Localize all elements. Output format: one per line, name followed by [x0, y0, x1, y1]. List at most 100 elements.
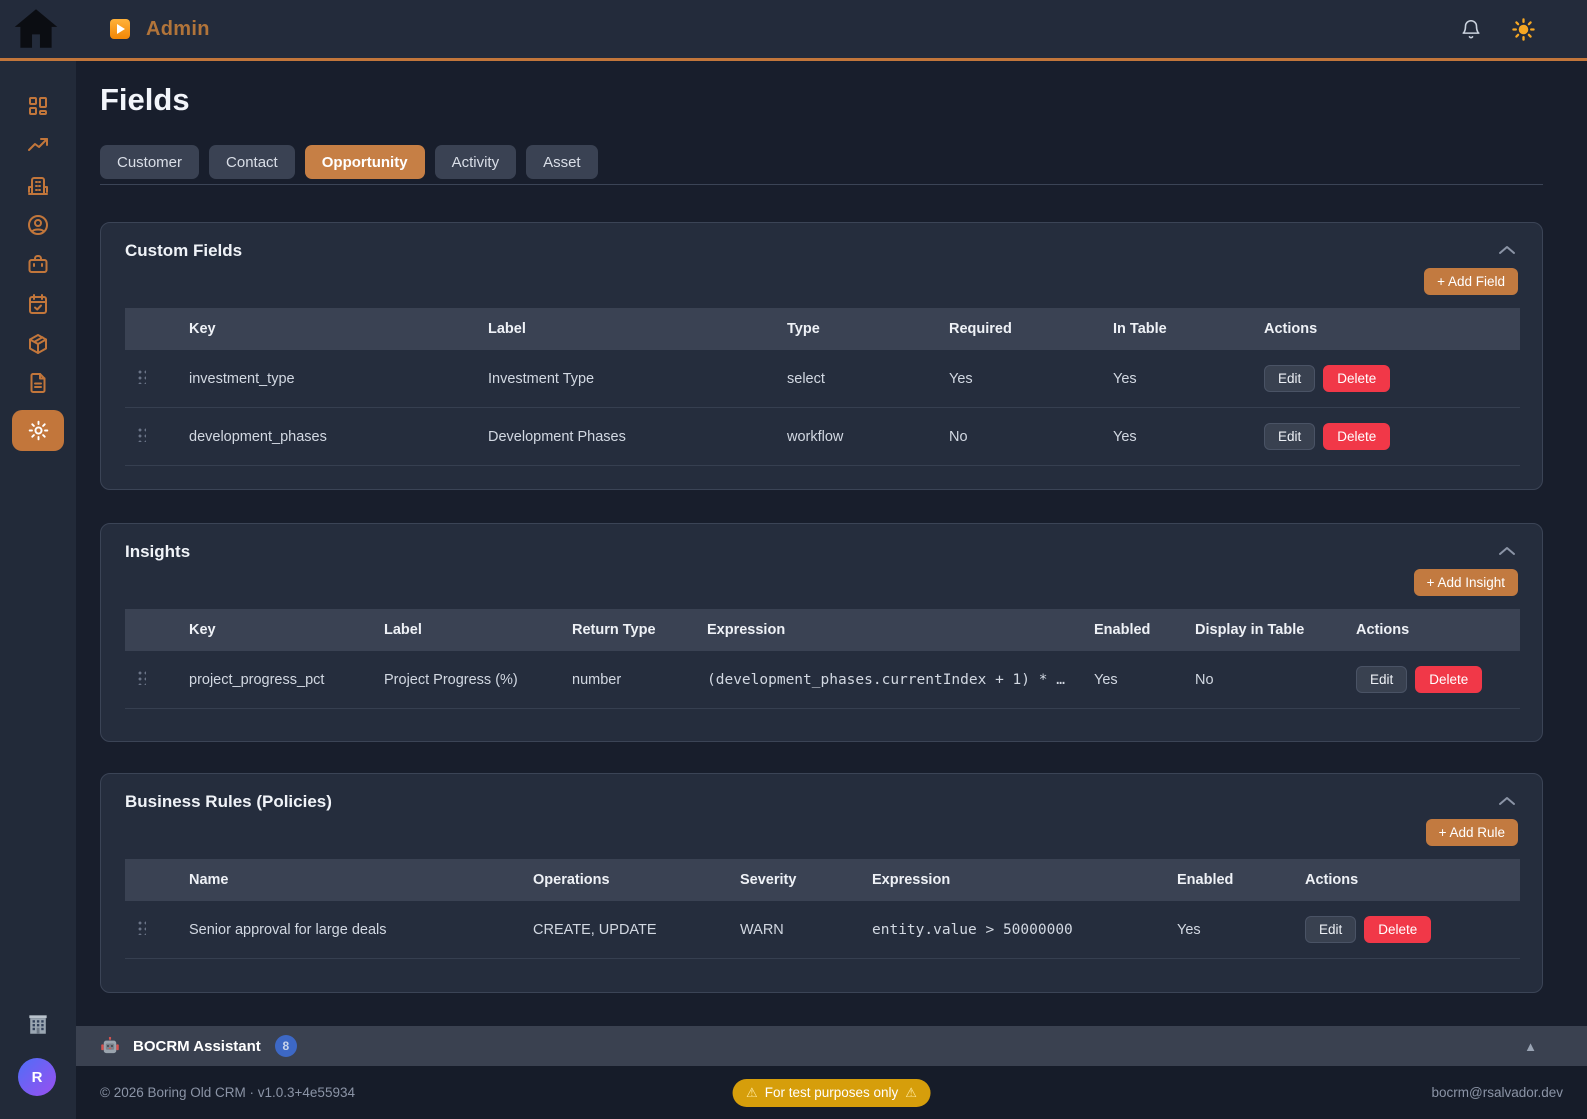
column-header: Enabled — [1094, 622, 1151, 638]
gear-icon — [27, 419, 50, 442]
trending-up-icon[interactable] — [26, 133, 50, 157]
column-header: In Table — [1113, 321, 1167, 337]
sidebar-item-settings-active[interactable] — [12, 410, 64, 451]
page-title: Fields — [100, 82, 190, 117]
custom-fields-card: Custom Fields + Add Field Key Label Type… — [100, 222, 1543, 490]
column-header: Actions — [1356, 622, 1410, 638]
field-key: investment_type — [177, 350, 476, 408]
edit-button[interactable]: Edit — [1264, 423, 1316, 450]
chevron-up-icon[interactable] — [1496, 544, 1518, 558]
column-header: Key — [189, 321, 216, 337]
home-icon[interactable] — [9, 2, 63, 56]
insight-display-in-table: No — [1183, 651, 1344, 709]
warning-text: For test purposes only — [764, 1085, 899, 1100]
office-building-icon[interactable] — [25, 1011, 51, 1037]
briefcase-icon[interactable] — [26, 252, 50, 276]
delete-button[interactable]: Delete — [1364, 916, 1432, 943]
warning-icon: ⚠ — [746, 1084, 758, 1100]
field-required: No — [937, 407, 1101, 466]
rule-operations: CREATE, UPDATE — [521, 901, 728, 959]
table-row: development_phases Development Phases wo… — [125, 407, 1520, 466]
field-type: select — [775, 350, 937, 408]
table-header-row: Key Label Return Type Expression Enabled… — [125, 609, 1520, 651]
column-header: Expression — [872, 872, 951, 888]
section-title: Custom Fields — [125, 241, 243, 260]
copyright-text: © 2026 Boring Old CRM · v1.0.3+4e55934 — [100, 1085, 355, 1100]
building-icon[interactable] — [26, 173, 50, 197]
rule-enabled: Yes — [1165, 901, 1293, 959]
package-icon[interactable] — [26, 332, 50, 356]
bell-icon[interactable] — [1460, 18, 1482, 40]
drag-handle-icon[interactable] — [137, 369, 146, 384]
robot-icon — [100, 1036, 120, 1056]
column-header: Severity — [740, 872, 797, 888]
column-header: Expression — [707, 622, 786, 638]
tab-contact[interactable]: Contact — [209, 145, 295, 179]
tab-asset[interactable]: Asset — [526, 145, 598, 179]
edit-button[interactable]: Edit — [1356, 666, 1408, 693]
column-header: Label — [488, 321, 526, 337]
drag-handle-icon[interactable] — [137, 920, 146, 935]
table-row: investment_type Investment Type select Y… — [125, 350, 1520, 408]
assistant-label: BOCRM Assistant — [133, 1037, 261, 1055]
edit-button[interactable]: Edit — [1264, 365, 1316, 392]
topbar: Admin — [0, 0, 1587, 61]
table-header-row: Key Label Type Required In Table Actions — [125, 308, 1520, 350]
avatar[interactable]: R — [18, 1058, 56, 1096]
drag-handle-icon[interactable] — [137, 670, 146, 685]
sidebar: R — [0, 61, 76, 1119]
contact-email: bocrm@rsalvador.dev — [1431, 1085, 1563, 1100]
column-header: Operations — [533, 872, 610, 888]
drag-column-header — [125, 609, 177, 651]
add-insight-button[interactable]: + Add Insight — [1413, 569, 1518, 596]
column-header: Return Type — [572, 622, 656, 638]
column-header: Type — [787, 321, 820, 337]
add-field-button[interactable]: + Add Field — [1424, 268, 1518, 295]
column-header: Label — [384, 622, 422, 638]
tab-opportunity[interactable]: Opportunity — [304, 145, 425, 179]
edit-button[interactable]: Edit — [1305, 916, 1357, 943]
assistant-bar[interactable]: BOCRM Assistant 8 ▲ — [76, 1026, 1587, 1066]
insight-expression: (development_phases.currentIndex + 1) * … — [695, 651, 1082, 709]
column-header: Actions — [1264, 321, 1318, 337]
delete-button[interactable]: Delete — [1323, 365, 1391, 392]
table-row: project_progress_pct Project Progress (%… — [125, 651, 1520, 709]
chevron-up-icon[interactable] — [1496, 243, 1518, 257]
calendar-check-icon[interactable] — [26, 292, 50, 316]
rule-severity: WARN — [728, 901, 860, 959]
field-type: workflow — [775, 407, 937, 466]
triangle-up-icon[interactable]: ▲ — [1524, 1039, 1537, 1054]
business-rules-table: Name Operations Severity Expression Enab… — [125, 859, 1520, 959]
divider — [100, 184, 1543, 185]
user-circle-icon[interactable] — [26, 213, 50, 237]
dashboard-icon[interactable] — [26, 94, 50, 118]
play-icon — [110, 19, 130, 39]
insight-key: project_progress_pct — [177, 651, 372, 709]
chevron-up-icon[interactable] — [1496, 794, 1518, 808]
field-in-table: Yes — [1101, 350, 1252, 408]
rule-expression: entity.value > 50000000 — [860, 901, 1165, 959]
field-in-table: Yes — [1101, 407, 1252, 466]
tab-customer[interactable]: Customer — [100, 145, 200, 179]
tab-activity[interactable]: Activity — [434, 145, 517, 179]
delete-button[interactable]: Delete — [1323, 423, 1391, 450]
table-row: Senior approval for large deals CREATE, … — [125, 901, 1520, 959]
column-header: Name — [189, 872, 229, 888]
drag-handle-icon[interactable] — [137, 427, 146, 442]
delete-button[interactable]: Delete — [1415, 666, 1483, 693]
file-text-icon[interactable] — [26, 371, 50, 395]
column-header: Enabled — [1177, 872, 1234, 888]
app-title: Admin — [146, 17, 210, 40]
sun-icon[interactable] — [1512, 17, 1535, 41]
test-warning-badge: ⚠ For test purposes only ⚠ — [732, 1078, 931, 1107]
column-header: Key — [189, 622, 216, 638]
add-rule-button[interactable]: + Add Rule — [1425, 819, 1518, 846]
drag-column-header — [125, 308, 177, 350]
insight-label: Project Progress (%) — [372, 651, 560, 709]
warning-icon: ⚠ — [905, 1084, 917, 1100]
business-rules-card: Business Rules (Policies) + Add Rule Nam… — [100, 773, 1543, 993]
field-key: development_phases — [177, 407, 476, 466]
footer: © 2026 Boring Old CRM · v1.0.3+4e55934 ⚠… — [76, 1066, 1587, 1119]
field-label: Investment Type — [476, 350, 775, 408]
insight-return-type: number — [560, 651, 695, 709]
